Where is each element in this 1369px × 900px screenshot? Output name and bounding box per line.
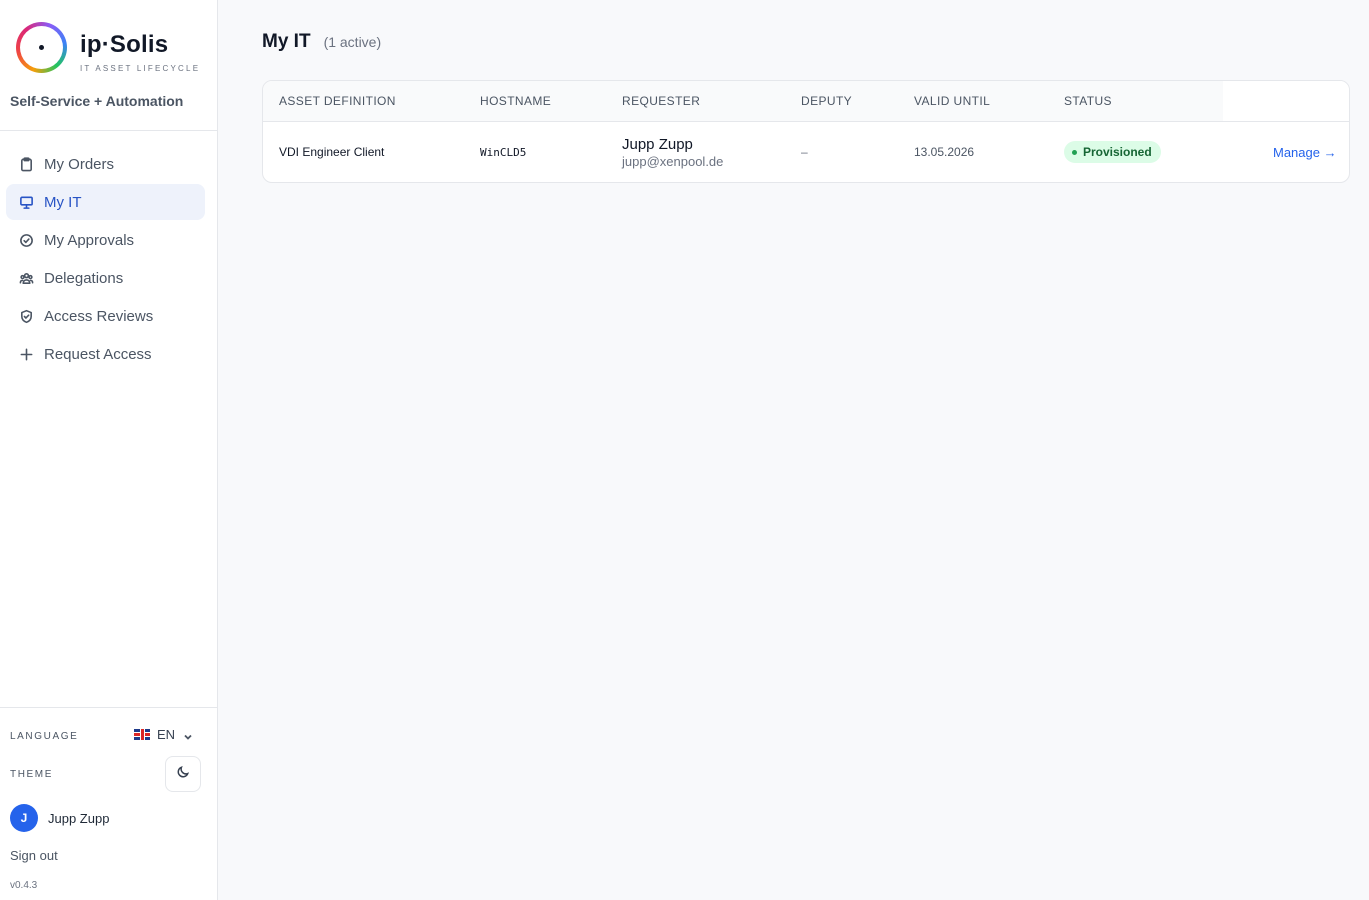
- page-title: My IT: [262, 31, 311, 52]
- sidebar-item-my-it[interactable]: My IT: [6, 184, 205, 220]
- cell-requester: Jupp Zupp jupp@xenpool.de: [622, 136, 723, 169]
- divider: [0, 707, 217, 708]
- status-badge: Provisioned: [1064, 141, 1161, 163]
- status-dot-icon: [1072, 149, 1077, 155]
- language-label: LANGUAGE: [10, 731, 79, 742]
- user-name: Jupp Zupp: [48, 810, 110, 826]
- sidebar-item-delegations[interactable]: Delegations: [6, 260, 205, 296]
- sidebar-item-my-orders[interactable]: My Orders: [6, 146, 205, 182]
- requester-email: jupp@xenpool.de: [622, 154, 724, 169]
- column-header-hostname: HOSTNAME: [480, 94, 552, 108]
- sign-out-link[interactable]: Sign out: [10, 848, 58, 863]
- sidebar-nav: My Orders My IT My Approvals Delegations…: [6, 146, 205, 374]
- assets-table: ASSET DEFINITION HOSTNAME REQUESTER DEPU…: [262, 80, 1350, 183]
- page-header: My IT (1 active): [262, 31, 381, 53]
- chevron-down-icon: [183, 730, 193, 740]
- column-header-status: STATUS: [1064, 94, 1112, 108]
- sidebar-item-request-access[interactable]: Request Access: [6, 336, 205, 372]
- brand-logo[interactable]: ip·Solis IT ASSET LIFECYCLE: [16, 22, 200, 73]
- active-count: (1 active): [323, 34, 382, 50]
- logo-ring-icon: [16, 22, 67, 73]
- language-value: EN: [157, 727, 176, 742]
- brand-name: ip·Solis: [80, 31, 169, 58]
- column-header-deputy: DEPUTY: [801, 94, 853, 108]
- manage-link[interactable]: Manage →: [1273, 145, 1337, 160]
- avatar: J: [10, 804, 38, 832]
- table-header-spacer: [1223, 81, 1349, 122]
- users-icon: [18, 270, 34, 286]
- user-profile[interactable]: J Jupp Zupp: [10, 804, 109, 832]
- language-select[interactable]: EN: [134, 727, 193, 742]
- column-header-valid-until: VALID UNTIL: [914, 94, 991, 108]
- sidebar: ip·Solis IT ASSET LIFECYCLE Self-Service…: [0, 0, 218, 900]
- theme-toggle-button[interactable]: [165, 756, 201, 792]
- cell-deputy: –: [801, 145, 808, 159]
- shield-check-icon: [18, 308, 34, 324]
- app-version: v0.4.3: [10, 880, 38, 891]
- main-content: My IT (1 active) ASSET DEFINITION HOSTNA…: [218, 0, 1369, 900]
- sidebar-item-label: My Orders: [44, 155, 115, 173]
- brand-tagline: IT ASSET LIFECYCLE: [80, 64, 201, 73]
- app-subtitle: Self-Service + Automation: [10, 93, 184, 109]
- sidebar-item-my-approvals[interactable]: My Approvals: [6, 222, 205, 258]
- column-header-requester: REQUESTER: [622, 94, 701, 108]
- uk-flag-icon: [134, 729, 150, 740]
- status-label: Provisioned: [1083, 145, 1152, 159]
- cell-valid-until: 13.05.2026: [914, 145, 975, 159]
- sidebar-item-access-reviews[interactable]: Access Reviews: [6, 298, 205, 334]
- clipboard-icon: [18, 156, 34, 172]
- cell-hostname: WinCLD5: [480, 146, 527, 159]
- plus-icon: [18, 346, 34, 362]
- monitor-icon: [18, 194, 34, 210]
- column-header-asset-definition: ASSET DEFINITION: [279, 94, 396, 108]
- requester-name: Jupp Zupp: [622, 136, 693, 153]
- sidebar-item-label: Access Reviews: [44, 307, 154, 325]
- sidebar-item-label: Delegations: [44, 269, 124, 287]
- cell-asset-definition: VDI Engineer Client: [279, 145, 385, 159]
- divider: [0, 130, 217, 131]
- theme-label: THEME: [10, 769, 53, 780]
- sidebar-item-label: My Approvals: [44, 231, 135, 249]
- check-circle-icon: [18, 232, 34, 248]
- sidebar-item-label: My IT: [44, 193, 82, 211]
- sidebar-item-label: Request Access: [44, 345, 152, 363]
- moon-icon: [176, 764, 191, 784]
